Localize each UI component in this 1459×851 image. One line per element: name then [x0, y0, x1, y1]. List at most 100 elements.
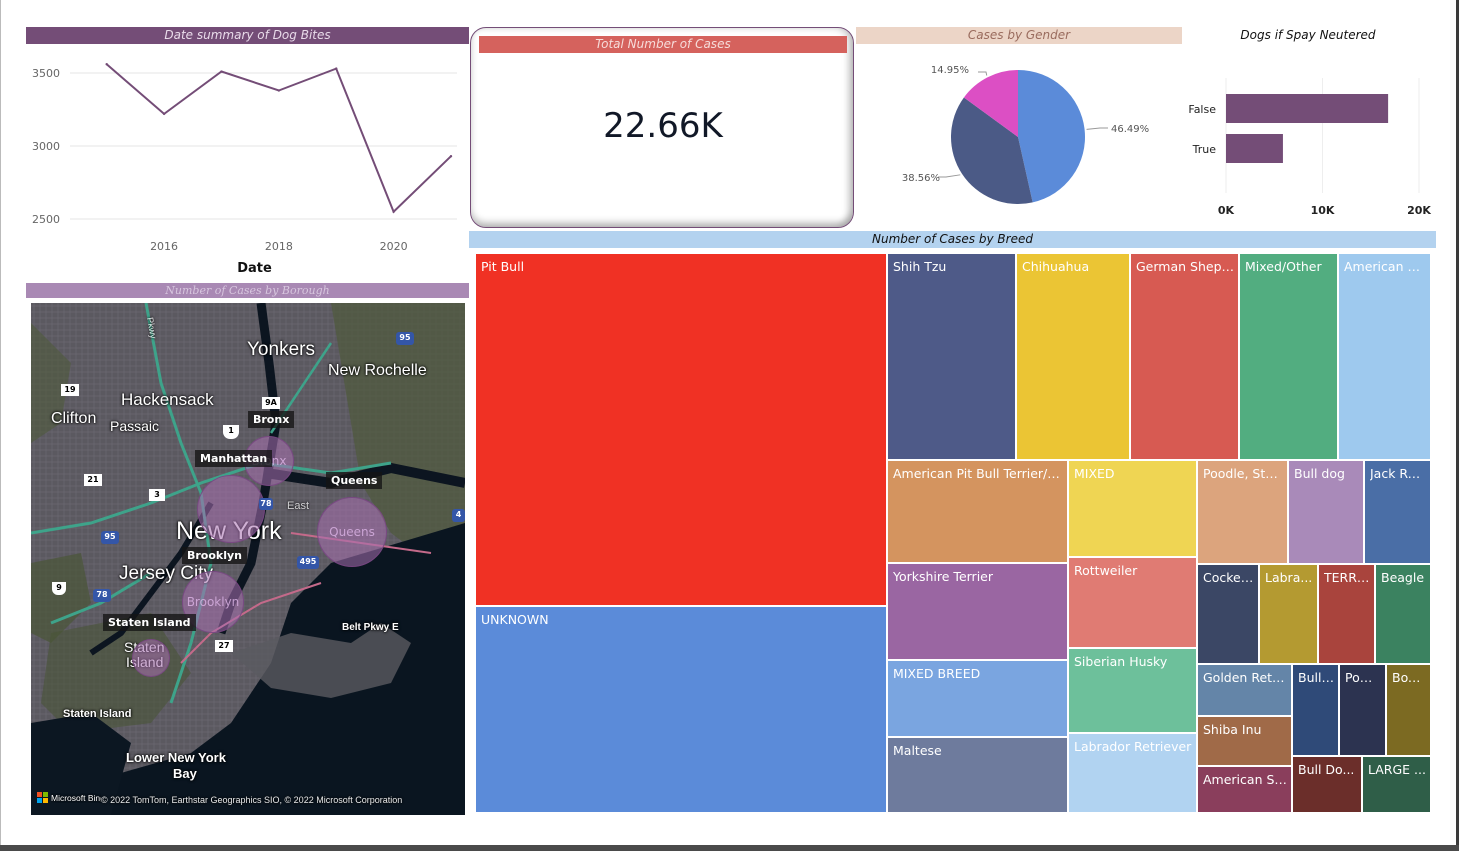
treemap-tile[interactable]: Maltese [888, 738, 1069, 814]
line-point [449, 155, 453, 158]
map-label-new-rochelle: New Rochelle [328, 362, 427, 379]
route-shield: 495 [297, 556, 319, 569]
treemap-tile[interactable]: Bull Do... [1293, 757, 1363, 814]
treemap-tile-label: Labrador Retriever [1074, 739, 1192, 754]
treemap-tile[interactable]: Shih Tzu [888, 254, 1017, 461]
treemap-tile[interactable]: Mixed/Other [1240, 254, 1339, 461]
card-title: Total Number of Cases [479, 36, 847, 53]
treemap-tile[interactable]: Beagle [1376, 565, 1432, 665]
total-cases-card[interactable]: Total Number of Cases 22.66K [470, 27, 854, 228]
map-label-yonkers: Yonkers [247, 339, 315, 360]
x-tick-label: 20K [1407, 204, 1431, 217]
bubble-label: Brooklyn [186, 595, 240, 609]
borough-map[interactable]: Yonkers New Rochelle Hackensack Clifton … [31, 303, 465, 815]
badge-manhattan: Manhattan [195, 450, 273, 467]
x-tick-label: 10K [1311, 204, 1335, 217]
treemap-tile[interactable]: Pom... [1340, 665, 1387, 757]
treemap-tile[interactable]: Bull dog [1289, 461, 1365, 565]
bar-chart: 0K 10K 20K False True [1188, 78, 1431, 217]
line-point [277, 89, 281, 92]
treemap-tile[interactable]: Boxer [1387, 665, 1432, 757]
badge-staten-island: Staten Island [103, 614, 196, 631]
line-point [392, 210, 395, 213]
treemap-tile[interactable]: LARGE ... [1363, 757, 1432, 814]
line-chart: 3500 3000 2500 2016 2018 2020 Date [32, 63, 457, 276]
pie-leader-line [1086, 127, 1108, 130]
borough-bubble-queens[interactable]: Queens [317, 497, 387, 567]
treemap-tile-label: Shih Tzu [893, 259, 947, 274]
map-label-staten-island: Staten Island [63, 708, 132, 720]
treemap-tile[interactable]: Siberian Husky [1069, 649, 1198, 734]
treemap-tile-label: Bull Do... [1298, 762, 1355, 777]
treemap-tile-label: American St... [1203, 772, 1288, 787]
x-tick-label: 0K [1218, 204, 1235, 217]
bar-category-label: False [1188, 103, 1216, 116]
y-tick-label: 3000 [32, 140, 60, 153]
treemap-tile-label: Pom... [1345, 670, 1382, 685]
line-series [106, 63, 452, 214]
route-shield: 21 [84, 474, 102, 486]
pie-label: 38.56% [902, 173, 940, 184]
line-chart-title: Date summary of Dog Bites [26, 27, 469, 44]
map-brand: Microsoft Bing [51, 793, 101, 803]
bar [1226, 134, 1283, 163]
breed-treemap: Pit Bull UNKNOWN Shih Tzu Chihuahua German S… [476, 254, 1432, 814]
route-shield: 1 [223, 425, 239, 439]
y-tick-label: 3500 [32, 67, 60, 80]
card-value: 22.66K [603, 106, 723, 146]
treemap-tile-label: Golden Retri... [1203, 670, 1288, 685]
pie-label: 46.49% [1111, 124, 1149, 135]
line-point [105, 63, 108, 66]
treemap-tile[interactable]: Yorkshire Terrier [888, 564, 1069, 661]
treemap-tile-label: MIXED BREED [893, 666, 981, 681]
treemap-tile[interactable]: Shiba Inu [1198, 717, 1293, 767]
treemap-tile[interactable]: Chihuahua [1017, 254, 1131, 461]
treemap-tile[interactable]: American Pi... [1339, 254, 1432, 461]
borough-bubble-staten-island[interactable] [132, 639, 170, 677]
bar-chart-title: Dogs if Spay Neutered [1240, 28, 1376, 42]
treemap-tile[interactable]: MIXED BREED [888, 661, 1069, 738]
x-tick-label: 2016 [150, 240, 178, 253]
treemap-title: Number of Cases by Breed [469, 231, 1436, 248]
frame-bottom-edge [0, 845, 1459, 851]
route-shield: 78 [259, 498, 273, 510]
treemap-tile-label: Bull ... [1298, 670, 1335, 685]
y-tick-label: 2500 [32, 213, 60, 226]
x-tick-label: 2020 [380, 240, 408, 253]
treemap-tile[interactable]: Bull ... [1293, 665, 1340, 757]
pie-leader-line [978, 71, 988, 76]
map-title: Number of Cases by Borough [26, 283, 469, 298]
microsoft-logo-icon [37, 792, 48, 803]
treemap-tile-label: Pit Bull [481, 259, 525, 274]
route-shield: 4 [452, 509, 465, 522]
treemap-tile-label: Poodle, Sta... [1203, 466, 1284, 481]
treemap-tile[interactable]: Labra... [1260, 565, 1319, 665]
treemap-tile[interactable]: American Pit Bull Terrier/Pit... [888, 461, 1069, 564]
route-shield: 27 [215, 640, 233, 652]
map-label-lower-bay: Lower New York [126, 750, 226, 765]
treemap-tile-label: Boxer [1392, 670, 1427, 685]
pie-chart: 46.49% 38.56% 14.95% [902, 65, 1149, 204]
treemap-tile[interactable]: Cocker... [1198, 565, 1260, 665]
treemap-tile[interactable]: Labrador Retriever [1069, 734, 1198, 814]
treemap-tile-label: MIXED [1074, 466, 1115, 481]
treemap-tile-label: American Pit Bull Terrier/Pit... [893, 466, 1064, 481]
treemap-tile[interactable]: TERRI... [1319, 565, 1376, 665]
route-shield: 9A [262, 397, 280, 409]
line-point [335, 67, 338, 70]
treemap-tile[interactable]: Pit Bull [476, 254, 888, 607]
treemap-tile[interactable]: UNKNOWN [476, 607, 888, 814]
treemap-tile[interactable]: American St... [1198, 767, 1293, 814]
treemap-tile[interactable]: MIXED [1069, 461, 1198, 558]
treemap-tile[interactable]: Rottweiler [1069, 558, 1198, 649]
treemap-tile-label: Rottweiler [1074, 563, 1138, 578]
treemap-tile[interactable]: Jack Russ [1365, 461, 1432, 565]
treemap-tile[interactable]: Poodle, Sta... [1198, 461, 1289, 565]
map-label-belt-pkwy: Belt Pkwy E [342, 622, 399, 633]
map-label-clifton: Clifton [51, 410, 97, 427]
treemap-tile[interactable]: German Sheph... [1131, 254, 1240, 461]
borough-bubble-manhattan[interactable] [197, 475, 265, 543]
treemap-tile-label: Siberian Husky [1074, 654, 1168, 669]
treemap-tile[interactable]: Golden Retri... [1198, 665, 1293, 717]
bar [1226, 94, 1389, 123]
